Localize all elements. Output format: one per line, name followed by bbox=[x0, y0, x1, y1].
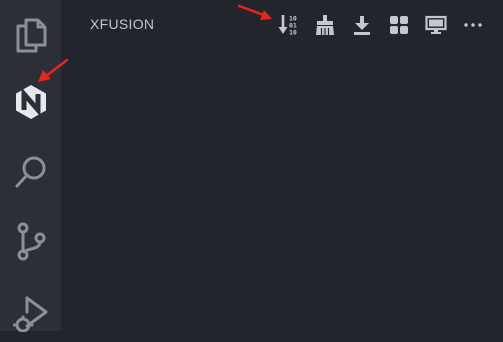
more-actions-button[interactable] bbox=[460, 12, 486, 38]
activity-explorer[interactable] bbox=[0, 5, 61, 65]
binary-sort-button[interactable]: 10 01 10 bbox=[276, 12, 302, 38]
monitor-button[interactable] bbox=[423, 12, 449, 38]
monitor-icon bbox=[425, 14, 447, 36]
broom-icon bbox=[314, 14, 336, 36]
grid-icon bbox=[388, 14, 410, 36]
activity-xfusion[interactable] bbox=[0, 72, 61, 132]
hexagon-logo-icon bbox=[12, 83, 50, 121]
binary-sort-icon: 10 01 10 bbox=[278, 14, 300, 36]
clean-button[interactable] bbox=[312, 12, 338, 38]
svg-text:10: 10 bbox=[289, 29, 297, 37]
download-button[interactable] bbox=[349, 12, 375, 38]
download-icon bbox=[351, 14, 373, 36]
activity-search[interactable] bbox=[0, 142, 61, 202]
activity-run-debug[interactable] bbox=[0, 282, 61, 342]
source-control-icon bbox=[15, 222, 47, 262]
panel-title: XFUSION bbox=[90, 16, 155, 32]
run-debug-icon bbox=[12, 292, 49, 332]
annotation-arrow-toolbar bbox=[237, 4, 272, 20]
activity-bar bbox=[0, 0, 61, 332]
more-icon bbox=[462, 14, 484, 36]
search-icon bbox=[13, 154, 49, 190]
grid-button[interactable] bbox=[386, 12, 412, 38]
activity-source-control[interactable] bbox=[0, 212, 61, 272]
files-icon bbox=[14, 17, 48, 53]
